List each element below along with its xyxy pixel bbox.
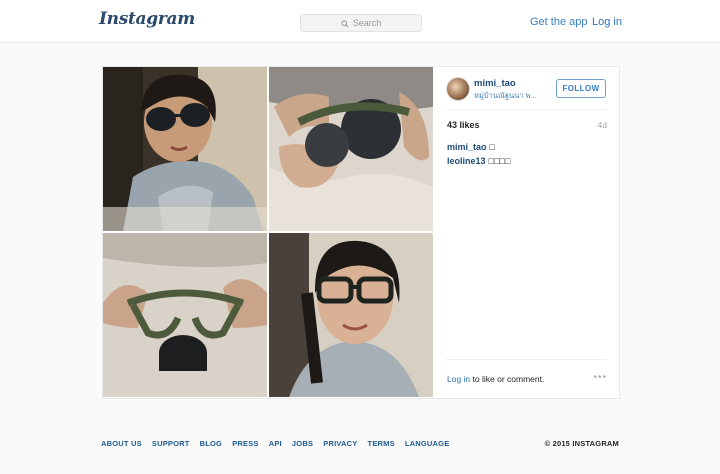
- like-count[interactable]: 43 likes: [447, 120, 480, 130]
- footer-link-press[interactable]: PRESS: [232, 439, 258, 448]
- post-card: mimi_tao หมู่บ้านณัฐนนา พ... FOLLOW 43 l…: [102, 66, 620, 399]
- comment: mimi_tao □: [447, 142, 495, 152]
- post-location[interactable]: หมู่บ้านณัฐนนา พ...: [474, 90, 537, 102]
- footer-link-blog[interactable]: BLOG: [200, 439, 222, 448]
- photo-collage-cell: [269, 67, 433, 231]
- follow-button[interactable]: FOLLOW: [556, 79, 606, 98]
- get-the-app-link[interactable]: Get the app: [530, 16, 588, 28]
- log-in-link[interactable]: Log in: [592, 16, 622, 28]
- instagram-logo[interactable]: Instagram: [99, 9, 195, 29]
- comment: leoline13 □□□□: [447, 156, 510, 166]
- footer-link-jobs[interactable]: JOBS: [292, 439, 313, 448]
- post-sidebar: mimi_tao หมู่บ้านณัฐนนา พ... FOLLOW 43 l…: [434, 67, 619, 398]
- login-to-comment: Log in to like or comment.: [447, 374, 544, 384]
- footer-link-language[interactable]: LANGUAGE: [405, 439, 450, 448]
- comment-username[interactable]: mimi_tao: [447, 142, 487, 152]
- avatar[interactable]: [446, 77, 470, 101]
- search-icon: [341, 19, 349, 28]
- top-bar: Instagram Search Get the app Log in: [0, 0, 720, 43]
- footer-link-support[interactable]: SUPPORT: [152, 439, 190, 448]
- footer-links: ABOUT US SUPPORT BLOG PRESS API JOBS PRI…: [101, 439, 457, 448]
- divider: [446, 109, 607, 110]
- comment-text: □: [489, 142, 495, 152]
- footer-link-terms[interactable]: TERMS: [368, 439, 395, 448]
- comment-username[interactable]: leoline13: [447, 156, 486, 166]
- footer-link-api[interactable]: API: [269, 439, 282, 448]
- post-age[interactable]: 4d: [598, 120, 607, 130]
- post-username[interactable]: mimi_tao: [474, 78, 516, 89]
- copyright: © 2015 INSTAGRAM: [544, 439, 619, 448]
- comment-text: □□□□: [488, 156, 511, 166]
- photo-collage-cell: [103, 233, 267, 397]
- log-in-to-comment-link[interactable]: Log in: [447, 374, 470, 384]
- search-input[interactable]: Search: [300, 14, 422, 32]
- footer-link-about-us[interactable]: ABOUT US: [101, 439, 142, 448]
- post-photo[interactable]: [103, 67, 434, 398]
- photo-collage-cell: [103, 67, 267, 231]
- search-placeholder: Search: [352, 18, 382, 28]
- login-prompt-text: to like or comment.: [470, 374, 545, 384]
- more-options-icon[interactable]: •••: [593, 372, 607, 383]
- footer-link-privacy[interactable]: PRIVACY: [323, 439, 357, 448]
- photo-collage-cell: [269, 233, 433, 397]
- divider: [446, 359, 607, 360]
